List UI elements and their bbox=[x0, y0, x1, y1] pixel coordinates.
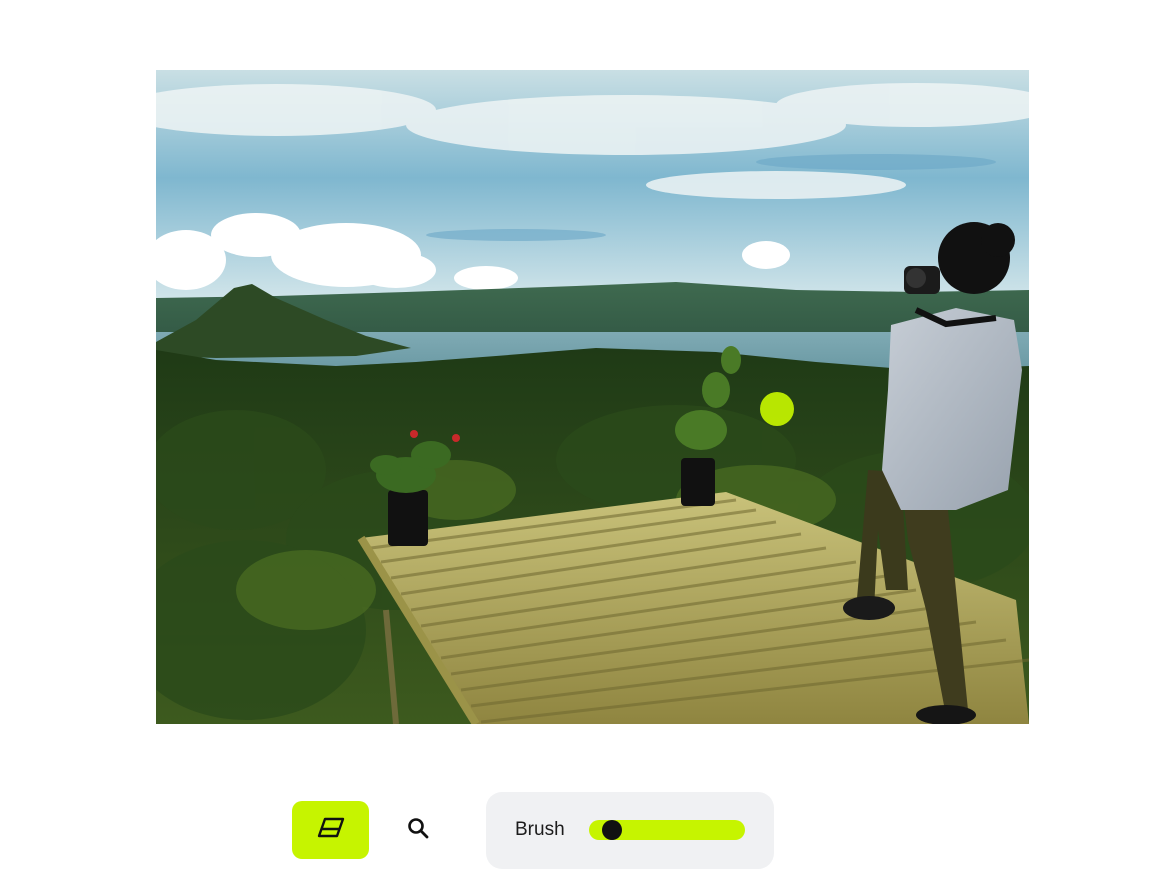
photo bbox=[156, 70, 1029, 724]
brush-label: Brush bbox=[515, 819, 565, 840]
eraser-button[interactable] bbox=[292, 801, 369, 859]
image-canvas[interactable] bbox=[156, 70, 1029, 724]
eraser-icon bbox=[316, 817, 346, 844]
search-icon bbox=[407, 817, 429, 844]
brush-size-slider-thumb[interactable] bbox=[601, 820, 622, 840]
brush-size-slider[interactable] bbox=[589, 820, 745, 840]
brush-cursor bbox=[760, 392, 794, 426]
zoom-button[interactable] bbox=[396, 808, 440, 852]
brush-size-panel: Brush bbox=[486, 792, 774, 869]
